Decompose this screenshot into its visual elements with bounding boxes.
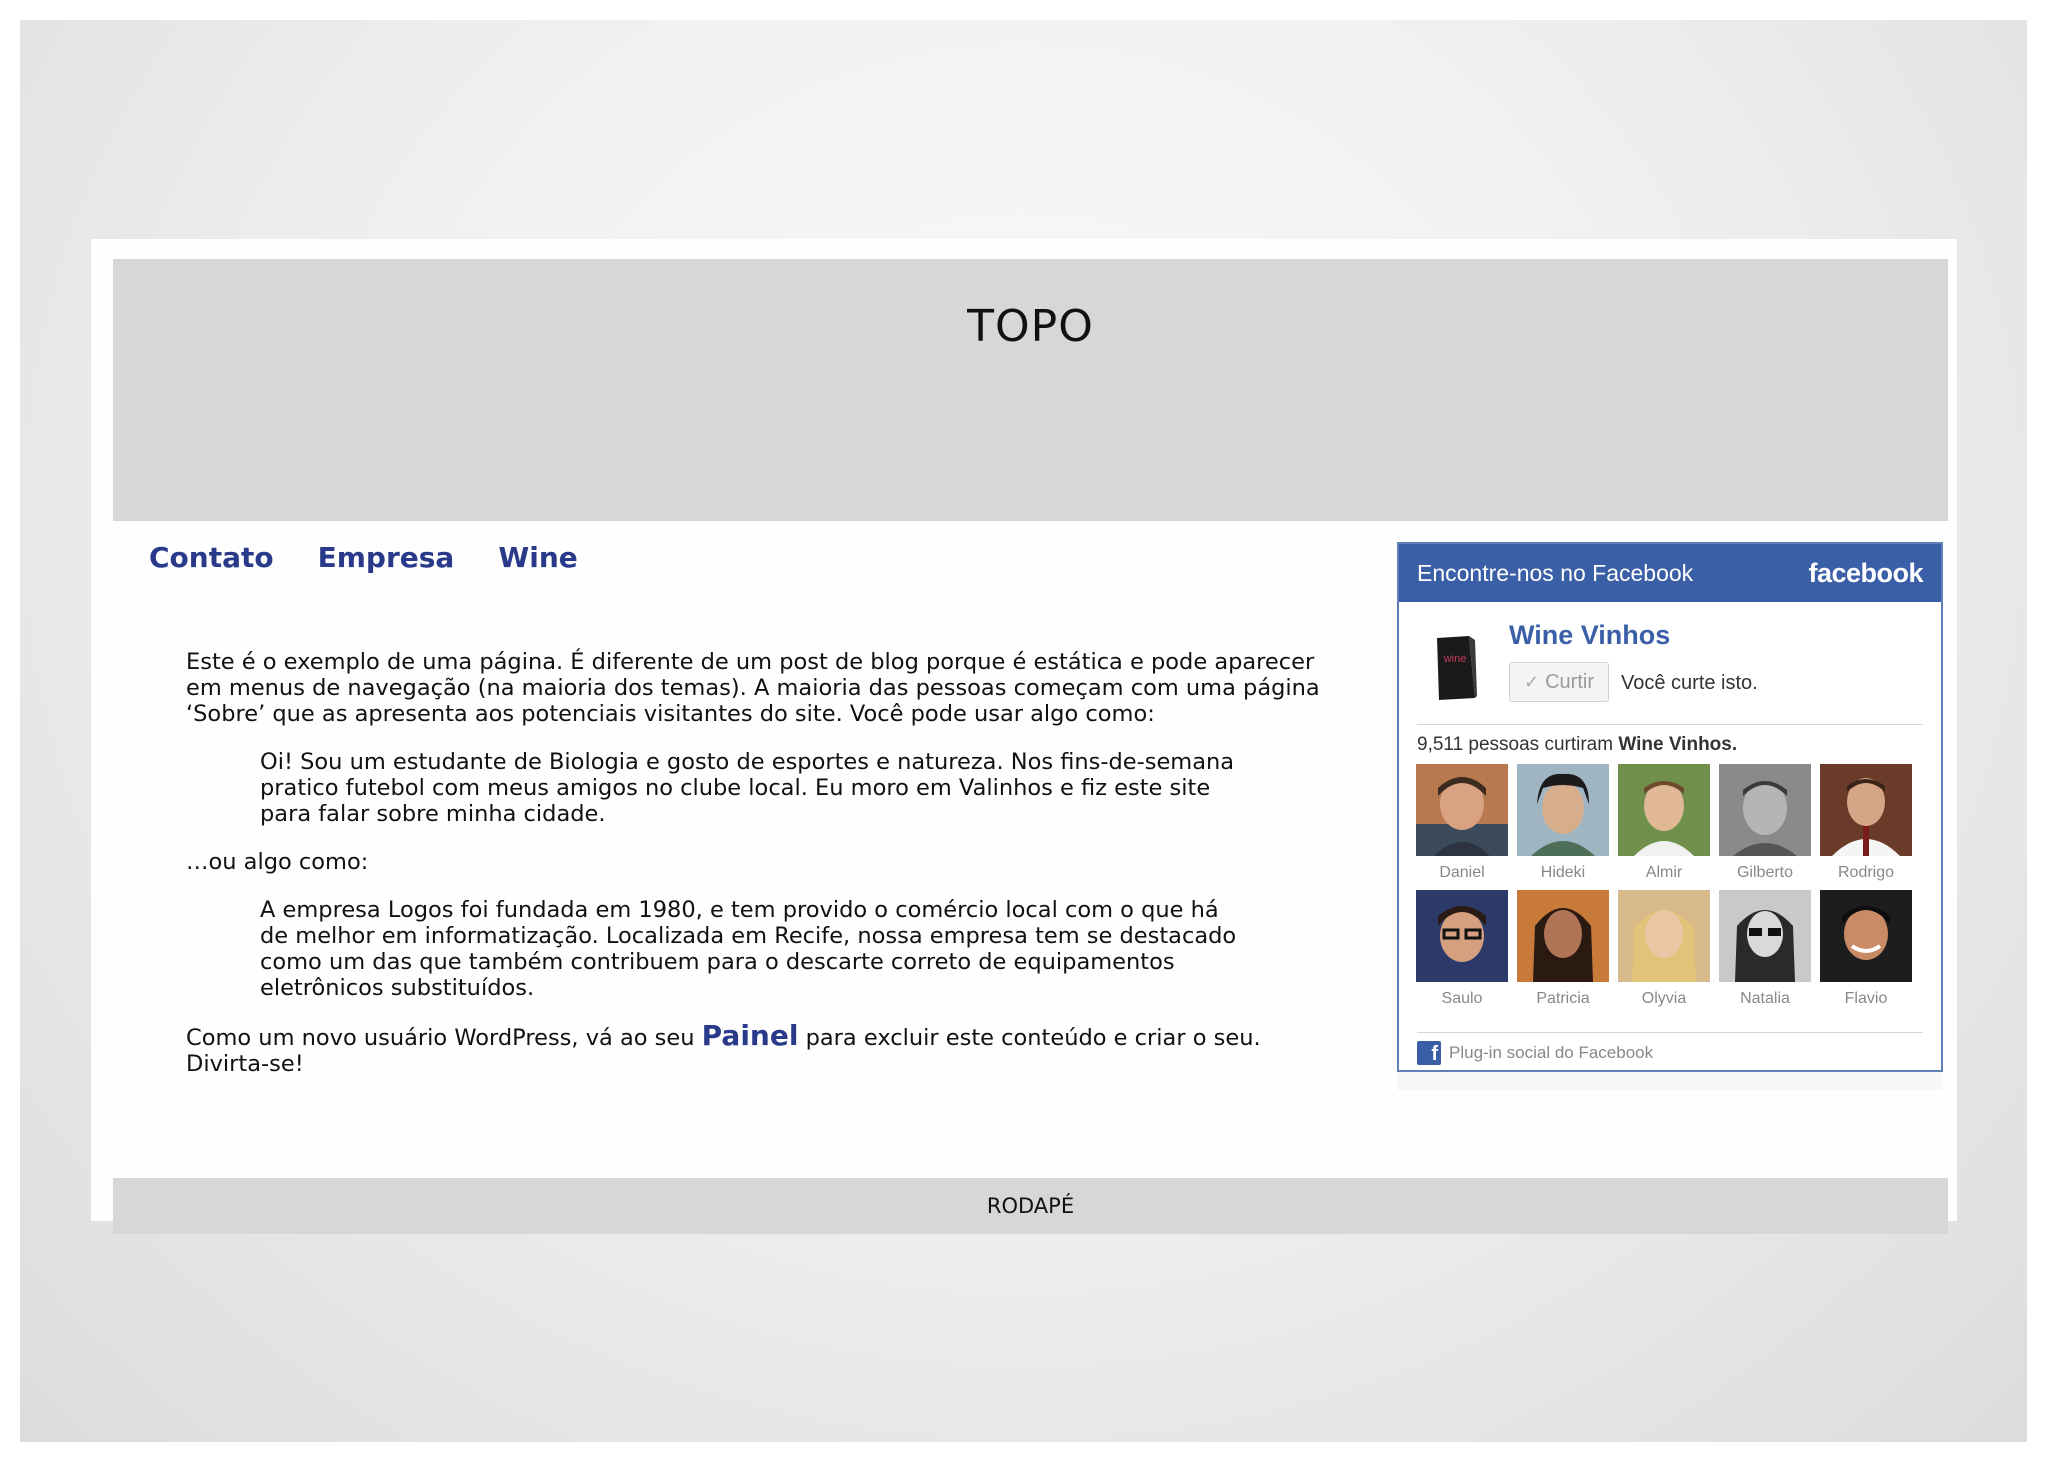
fan-name: Saulo bbox=[1441, 990, 1483, 1007]
header-banner: TOPO bbox=[113, 259, 1948, 521]
fan-avatar bbox=[1820, 764, 1912, 856]
fan-faces-grid: Daniel Hideki Almir Gilberto Rodrigo Sau… bbox=[1416, 764, 1928, 1008]
fan-avatar bbox=[1517, 890, 1609, 982]
nav-link-wine[interactable]: Wine bbox=[498, 541, 577, 574]
fan-avatar bbox=[1719, 764, 1811, 856]
fan-face[interactable]: Hideki bbox=[1517, 764, 1609, 882]
check-icon: ✓ bbox=[1524, 671, 1540, 692]
fan-avatar bbox=[1618, 764, 1710, 856]
wine-thumb-label: wine bbox=[1443, 653, 1467, 665]
fan-face[interactable]: Daniel bbox=[1416, 764, 1508, 882]
fan-face[interactable]: Flavio bbox=[1820, 890, 1912, 1008]
fan-avatar bbox=[1618, 890, 1710, 982]
like-button[interactable]: ✓ Curtir bbox=[1509, 662, 1609, 702]
fan-avatar bbox=[1416, 764, 1508, 856]
facebook-box-shadow bbox=[1397, 1072, 1943, 1090]
facebook-page-name[interactable]: Wine Vinhos bbox=[1509, 620, 1670, 651]
nav-link-empresa[interactable]: Empresa bbox=[318, 541, 455, 574]
header-title: TOPO bbox=[967, 301, 1094, 352]
footer-band: RODAPÉ bbox=[113, 1178, 1948, 1234]
facebook-plugin-footer: f Plug-in social do Facebook bbox=[1417, 1032, 1923, 1065]
outro-paragraph: Como um novo usuário WordPress, vá ao se… bbox=[186, 1022, 1346, 1078]
fan-name: Hideki bbox=[1540, 864, 1586, 881]
fan-name: Daniel bbox=[1439, 864, 1485, 881]
fan-avatar bbox=[1719, 890, 1811, 982]
facebook-logo[interactable]: facebook bbox=[1808, 558, 1923, 589]
facebook-like-box: Encontre-nos no Facebook facebook wine W… bbox=[1397, 542, 1943, 1072]
fan-face[interactable]: Olyvia bbox=[1618, 890, 1710, 1008]
fan-name: Olyvia bbox=[1641, 990, 1687, 1007]
example-quote-2: A empresa Logos foi fundada em 1980, e t… bbox=[260, 897, 1237, 1001]
fan-name: Flavio bbox=[1844, 990, 1888, 1007]
fan-face[interactable]: Patricia bbox=[1517, 890, 1609, 1008]
facebook-f-icon: f bbox=[1417, 1041, 1441, 1065]
fan-face[interactable]: Almir bbox=[1618, 764, 1710, 882]
facebook-box-header: Encontre-nos no Facebook facebook bbox=[1399, 544, 1941, 602]
fan-name: Almir bbox=[1645, 864, 1683, 881]
slide-background: TOPO Contato Empresa Wine Este é o exemp… bbox=[20, 20, 2027, 1442]
fan-avatar bbox=[1517, 764, 1609, 856]
fan-face[interactable]: Saulo bbox=[1416, 890, 1508, 1008]
intro-paragraph: Este é o exemplo de uma página. É difere… bbox=[186, 649, 1320, 727]
alt-paragraph: …ou algo como: bbox=[186, 849, 369, 875]
like-button-label: Curtir bbox=[1545, 670, 1594, 693]
fan-face[interactable]: Rodrigo bbox=[1820, 764, 1912, 882]
facebook-box-title: Encontre-nos no Facebook bbox=[1417, 559, 1694, 586]
nav-link-contato[interactable]: Contato bbox=[149, 541, 274, 574]
page-content: Este é o exemplo de uma página. É difere… bbox=[186, 649, 1346, 1077]
likes-count: 9,511 pessoas curtiram Wine Vinhos. bbox=[1417, 734, 1737, 756]
site-mockup: TOPO Contato Empresa Wine Este é o exemp… bbox=[91, 239, 1957, 1234]
footer-label: RODAPÉ bbox=[986, 1194, 1075, 1218]
painel-link[interactable]: Painel bbox=[702, 1019, 799, 1052]
fan-name: Patricia bbox=[1536, 990, 1590, 1007]
fan-name: Natalia bbox=[1740, 990, 1790, 1007]
fan-face[interactable]: Gilberto bbox=[1719, 764, 1811, 882]
likes-count-page: Wine Vinhos. bbox=[1618, 734, 1738, 755]
fan-name: Rodrigo bbox=[1837, 864, 1895, 881]
main-nav: Contato Empresa Wine bbox=[149, 541, 578, 574]
facebook-page-info: wine Wine Vinhos ✓ Curtir Você curte ist… bbox=[1417, 618, 1923, 725]
likes-count-text: 9,511 pessoas curtiram bbox=[1417, 734, 1619, 755]
fan-name: Gilberto bbox=[1736, 864, 1794, 881]
facebook-plugin-label[interactable]: Plug-in social do Facebook bbox=[1449, 1043, 1653, 1063]
fan-avatar bbox=[1416, 890, 1508, 982]
fan-avatar bbox=[1820, 890, 1912, 982]
example-quote-1: Oi! Sou um estudante de Biologia e gosto… bbox=[260, 749, 1235, 827]
outro-text-before: Como um novo usuário WordPress, vá ao se… bbox=[186, 1025, 702, 1051]
liked-status: Você curte isto. bbox=[1621, 672, 1758, 694]
fan-face[interactable]: Natalia bbox=[1719, 890, 1811, 1008]
wine-page-thumbnail[interactable]: wine bbox=[1425, 632, 1483, 702]
